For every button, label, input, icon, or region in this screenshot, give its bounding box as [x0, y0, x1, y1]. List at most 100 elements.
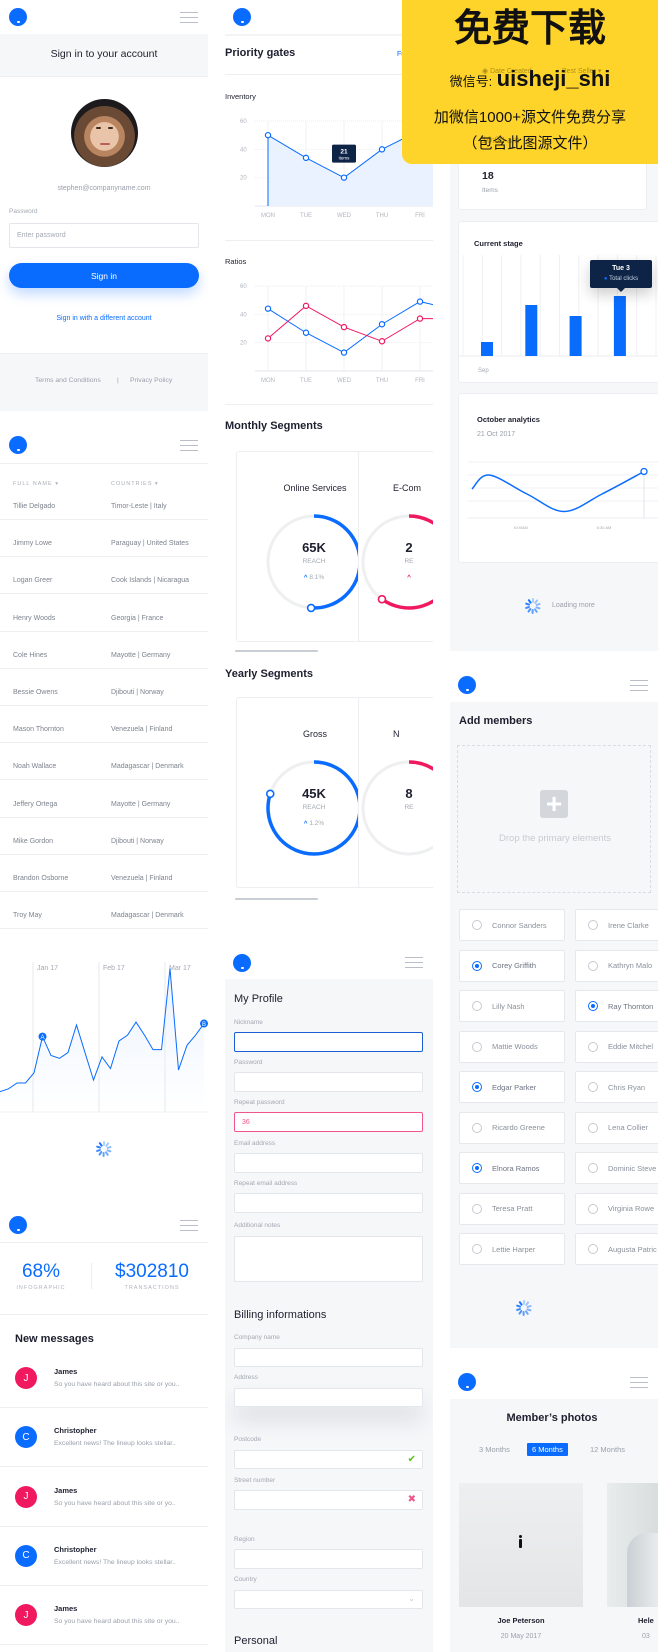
message-item[interactable]: J James So you have heard about this site … [0, 1485, 208, 1544]
segment-card[interactable]: N 8 RE [358, 697, 433, 888]
sign-in-button[interactable]: Sign in [9, 263, 199, 288]
member-option[interactable]: Corey Griffith [459, 949, 565, 982]
radio-unchecked-icon[interactable] [588, 1203, 598, 1214]
member-option[interactable]: Eddie Mitchel [575, 1030, 658, 1063]
member-option[interactable]: Augusta Patric [575, 1233, 658, 1265]
radio-unchecked-icon[interactable] [472, 920, 482, 930]
best-seller-dropdown[interactable]: Best Seller ▾ [562, 68, 601, 75]
yearly-cards[interactable]: Gross 45K REACH ^ 1.2% N 8 RE [225, 697, 433, 889]
table-row[interactable]: Mason Thornton Venezuela | Finland [0, 717, 208, 754]
radio-checked-icon[interactable] [472, 1082, 482, 1092]
member-option[interactable]: Elnora Ramos [459, 1152, 565, 1184]
radio-unchecked-icon[interactable] [588, 920, 598, 930]
drop-zone[interactable]: + Drop the primary elements [457, 745, 651, 893]
member-option[interactable]: Irene Clarke [575, 909, 658, 941]
radio-unchecked-icon[interactable] [588, 1244, 598, 1254]
member-option[interactable]: Ricardo Greene [459, 1111, 565, 1144]
country-select[interactable]: ⌄ [234, 1590, 423, 1609]
table-row[interactable]: Henry Woods Georgia | France [0, 606, 208, 643]
monthly-cards[interactable]: Online Services 65K REACH ^ 8.1% E-Com 2 RE ^ [225, 451, 433, 643]
privacy-link[interactable]: Privacy Policy [130, 377, 172, 385]
logo-icon[interactable] [9, 436, 27, 454]
table-row[interactable]: Noah Wallace Madagascar | Denmark [0, 754, 208, 791]
logo-icon[interactable] [9, 8, 27, 26]
table-row[interactable]: Bessie Owens Djibouti | Norway [0, 680, 208, 717]
member-option[interactable]: Connor Sanders [459, 909, 565, 941]
radio-unchecked-icon[interactable] [472, 1122, 482, 1133]
radio-unchecked-icon[interactable] [588, 960, 598, 971]
hamburger-menu-icon[interactable] [405, 957, 423, 969]
member-option[interactable]: Lettie Harper [459, 1233, 565, 1265]
radio-checked-icon[interactable] [472, 1163, 482, 1173]
watermark-line2: （包含此图源文件） [462, 135, 598, 152]
radio-unchecked-icon[interactable] [472, 1041, 482, 1052]
different-account-link[interactable]: Sign in with a different account [0, 315, 208, 322]
tab-12-months[interactable]: 12 Months [585, 1443, 630, 1456]
photo-joe[interactable] [459, 1483, 583, 1607]
logo-icon[interactable] [233, 8, 251, 26]
logo-icon[interactable] [9, 1216, 27, 1234]
logo-icon[interactable] [233, 954, 251, 972]
photo-helen[interactable] [607, 1483, 658, 1607]
region-input[interactable] [234, 1549, 423, 1569]
logo-icon[interactable] [458, 676, 476, 694]
radio-checked-icon[interactable] [588, 1001, 598, 1011]
member-option[interactable]: Edgar Parker [459, 1071, 565, 1103]
member-option[interactable]: Lena Collier [575, 1111, 658, 1144]
hamburger-menu-icon[interactable] [180, 440, 198, 452]
message-item[interactable]: C Christopher Excellent news! The lineup l… [0, 1425, 208, 1484]
street-input[interactable]: ✖ [234, 1490, 423, 1510]
member-option[interactable]: Teresa Pratt [459, 1192, 565, 1225]
field-input[interactable] [234, 1192, 423, 1213]
scrollbar[interactable] [235, 650, 318, 652]
member-option[interactable]: Lilly Nash [459, 990, 565, 1022]
member-option[interactable]: Ray Thornton [575, 990, 658, 1022]
radio-unchecked-icon[interactable] [472, 1244, 482, 1254]
message-item[interactable]: J James So you have heard about this site … [0, 1603, 208, 1652]
field-input[interactable] [234, 1152, 423, 1173]
postcode-input[interactable]: ✔ [234, 1450, 423, 1469]
message-item[interactable]: C Christopher Excellent news! The lineup l… [0, 1544, 208, 1603]
member-option[interactable]: Virginia Rowe [575, 1192, 658, 1225]
member-option[interactable]: Mattie Woods [459, 1030, 565, 1063]
table-row[interactable]: Mike Gordon Djibouti | Norway [0, 829, 208, 866]
radio-unchecked-icon[interactable] [588, 1163, 598, 1173]
sort-countries[interactable]: COUNTRIES ▾ [111, 481, 159, 488]
segment-card[interactable]: E-Com 2 RE ^ [358, 451, 433, 642]
tab-6-months[interactable]: 6 Months [527, 1443, 568, 1456]
company-input[interactable] [234, 1348, 423, 1367]
radio-checked-icon[interactable] [472, 960, 482, 971]
scrollbar[interactable] [235, 898, 318, 900]
notes-textarea[interactable] [234, 1236, 423, 1282]
password-input[interactable]: Enter password [9, 223, 199, 248]
radio-unchecked-icon[interactable] [472, 1203, 482, 1214]
terms-link[interactable]: Terms and Conditions [35, 377, 101, 385]
hamburger-menu-icon[interactable] [180, 1220, 198, 1232]
hamburger-menu-icon[interactable] [630, 1377, 648, 1389]
tab-3-months[interactable]: 3 Months [474, 1443, 515, 1456]
table-row[interactable]: Tillie Delgado Timor-Leste | Italy [0, 494, 208, 531]
field-input[interactable] [234, 1032, 423, 1052]
address-input[interactable] [234, 1388, 423, 1407]
radio-unchecked-icon[interactable] [588, 1041, 598, 1052]
field-input[interactable] [234, 1072, 423, 1093]
table-row[interactable]: Jeffery Ortega Mayotte | Germany [0, 792, 208, 829]
radio-unchecked-icon[interactable] [588, 1082, 598, 1092]
member-option[interactable]: Dominic Steve [575, 1152, 658, 1184]
message-item[interactable]: J James So you have heard about this site … [0, 1366, 208, 1425]
logo-icon[interactable] [458, 1373, 476, 1391]
table-row[interactable]: Cole Hines Mayotte | Germany [0, 643, 208, 680]
table-row[interactable]: Troy May Madagascar | Denmark [0, 903, 208, 940]
table-row[interactable]: Jimmy Lowe Paraguay | United States [0, 531, 208, 568]
radio-unchecked-icon[interactable] [588, 1122, 598, 1133]
date-created-option[interactable]: ◉ Date Created [482, 68, 532, 75]
hamburger-menu-icon[interactable] [630, 680, 648, 692]
hamburger-menu-icon[interactable] [180, 12, 198, 24]
table-row[interactable]: Brandon Osborne Venezuela | Finland [0, 866, 208, 903]
member-option[interactable]: Chris Ryan [575, 1071, 658, 1103]
field-input[interactable]: 36 [234, 1112, 423, 1133]
radio-unchecked-icon[interactable] [472, 1001, 482, 1011]
member-option[interactable]: Kathryn Malo [575, 949, 658, 982]
sort-full-name[interactable]: FULL NAME ▾ [13, 481, 59, 488]
table-row[interactable]: Logan Greer Cook Islands | Nicaragua [0, 568, 208, 605]
